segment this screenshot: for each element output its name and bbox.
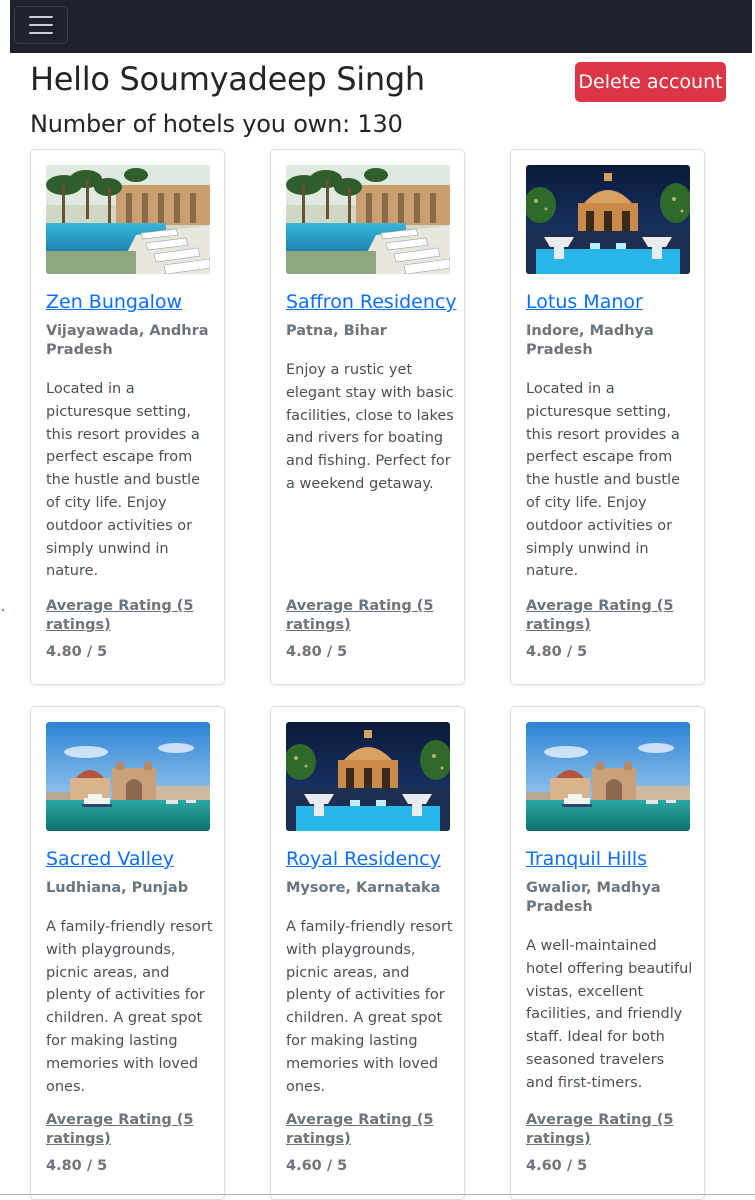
hotel-description: Located in a picturesque setting, this r…	[526, 381, 681, 580]
hotel-location: Mysore, Karnataka	[286, 880, 441, 896]
hotel-location: Patna, Bihar	[286, 323, 387, 339]
hotel-card: Tranquil Hills Gwalior, Madhya Pradesh A…	[510, 706, 705, 1200]
hotel-count: Number of hotels you own: 130	[30, 110, 403, 138]
hotel-location: Ludhiana, Punjab	[46, 880, 189, 896]
hotel-description: Enjoy a rustic yet elegant stay with bas…	[286, 362, 454, 492]
rating-score: 4.60 / 5	[286, 1158, 348, 1174]
rating-score: 4.80 / 5	[526, 644, 588, 660]
hotel-name-link[interactable]: Royal Residency	[286, 848, 461, 870]
hotel-card: Saffron Residency Patna, Bihar Enjoy a r…	[270, 149, 465, 685]
page-title: Hello Soumyadeep Singh	[30, 60, 425, 98]
hotel-card: Royal Residency Mysore, Karnataka A fami…	[270, 706, 465, 1200]
average-rating-link[interactable]: Average Rating (5 ratings)	[46, 597, 216, 635]
hotel-location: Gwalior, Madhya Pradesh	[526, 880, 661, 915]
hotel-name-link[interactable]: Zen Bungalow	[46, 291, 221, 313]
hotel-description: A family-friendly resort with playground…	[286, 919, 453, 1095]
average-rating-link[interactable]: Average Rating (5 ratings)	[46, 1111, 216, 1149]
rating-score: 4.80 / 5	[46, 644, 108, 660]
hamburger-icon	[29, 24, 53, 26]
hotel-description: A well-maintained hotel offering beautif…	[526, 938, 693, 1091]
hotel-name-link[interactable]: Sacred Valley	[46, 848, 221, 870]
rating-score: 4.80 / 5	[46, 1158, 108, 1174]
top-navbar	[10, 0, 752, 53]
hotel-description: Located in a picturesque setting, this r…	[46, 381, 201, 580]
hotel-image[interactable]	[46, 165, 210, 274]
average-rating-link[interactable]: Average Rating (5 ratings)	[286, 1111, 456, 1149]
hotel-name-link[interactable]: Lotus Manor	[526, 291, 701, 313]
hotel-image[interactable]	[526, 722, 690, 831]
hotel-image[interactable]	[526, 165, 690, 274]
delete-account-button[interactable]: Delete account	[575, 62, 726, 102]
hotel-location: Vijayawada, Andhra Pradesh	[46, 323, 209, 358]
divider	[0, 1194, 755, 1195]
hamburger-icon	[29, 16, 53, 18]
hotel-description: A family-friendly resort with playground…	[46, 919, 213, 1095]
rating-score: 4.80 / 5	[286, 644, 348, 660]
menu-toggle-button[interactable]	[14, 6, 68, 44]
average-rating-link[interactable]: Average Rating (5 ratings)	[526, 597, 696, 635]
hotel-image[interactable]	[46, 722, 210, 831]
hamburger-icon	[29, 32, 53, 34]
stray-dot	[2, 609, 4, 611]
hotel-image[interactable]	[286, 722, 450, 831]
hotel-location: Indore, Madhya Pradesh	[526, 323, 654, 358]
hotel-card: Sacred Valley Ludhiana, Punjab A family-…	[30, 706, 225, 1200]
rating-score: 4.60 / 5	[526, 1158, 588, 1174]
hotel-card: Zen Bungalow Vijayawada, Andhra Pradesh …	[30, 149, 225, 685]
hotel-name-link[interactable]: Saffron Residency	[286, 291, 461, 313]
average-rating-link[interactable]: Average Rating (5 ratings)	[286, 597, 456, 635]
hotel-name-link[interactable]: Tranquil Hills	[526, 848, 701, 870]
hotel-card: Lotus Manor Indore, Madhya Pradesh Locat…	[510, 149, 705, 685]
hotel-image[interactable]	[286, 165, 450, 274]
average-rating-link[interactable]: Average Rating (5 ratings)	[526, 1111, 696, 1149]
